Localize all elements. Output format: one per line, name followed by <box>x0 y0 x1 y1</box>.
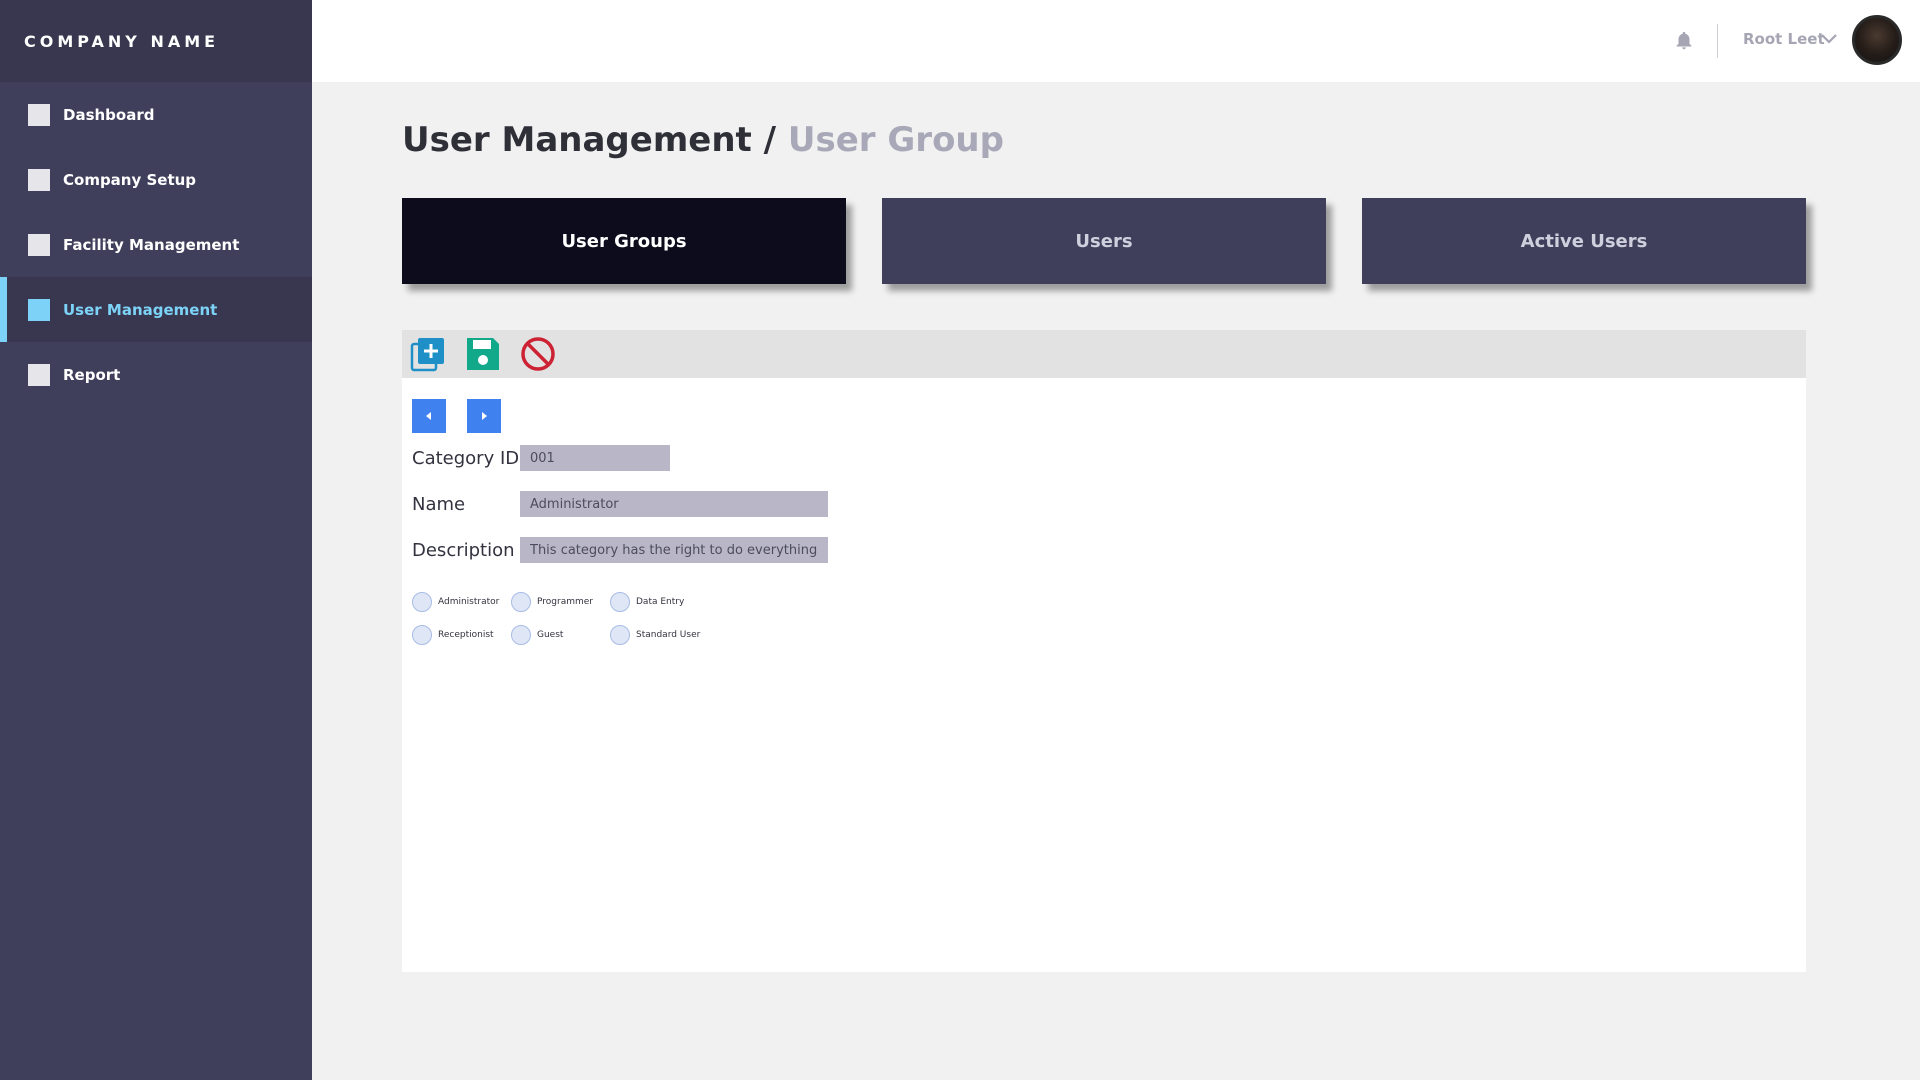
radio-button[interactable] <box>511 625 531 645</box>
next-button[interactable] <box>467 399 501 433</box>
tab-users[interactable]: Users <box>882 198 1326 284</box>
radio-button[interactable] <box>412 592 432 612</box>
description-field[interactable] <box>520 537 828 563</box>
role-label: Guest <box>537 630 564 640</box>
name-label: Name <box>412 494 466 515</box>
company-setup-icon <box>28 168 50 191</box>
sidebar-nav: Dashboard Company Setup Facility Managem… <box>0 82 312 407</box>
breadcrumb-section[interactable]: User Management <box>402 120 752 160</box>
role-label: Receptionist <box>438 630 494 640</box>
page-title: User Management / User Group <box>402 120 1004 160</box>
user-group-panel: Category ID Name Description Administrat… <box>402 330 1806 972</box>
sidebar-item-user-management[interactable]: User Management <box>0 277 312 342</box>
topbar-divider <box>1717 24 1718 58</box>
category-id-field[interactable] <box>520 445 670 471</box>
name-field[interactable] <box>520 491 828 517</box>
sidebar-item-company-setup[interactable]: Company Setup <box>0 147 312 212</box>
role-option-programmer[interactable]: Programmer <box>511 592 593 612</box>
avatar[interactable] <box>1852 15 1902 65</box>
breadcrumb-separator: / <box>763 120 777 160</box>
role-label: Administrator <box>438 597 500 607</box>
tab-active-users[interactable]: Active Users <box>1362 198 1806 284</box>
sidebar-item-label: User Management <box>63 300 218 319</box>
role-label: Programmer <box>537 597 593 607</box>
tab-label: Active Users <box>1520 230 1648 252</box>
sidebar-item-label: Company Setup <box>63 170 197 189</box>
bell-icon[interactable] <box>1673 30 1695 52</box>
role-option-data-entry[interactable]: Data Entry <box>610 592 684 612</box>
role-option-standard-user[interactable]: Standard User <box>610 625 700 645</box>
role-label: Data Entry <box>636 597 685 607</box>
description-label: Description <box>412 540 515 561</box>
company-name: COMPANY NAME <box>24 31 220 51</box>
tab-label: User Groups <box>561 230 687 252</box>
sidebar-item-dashboard[interactable]: Dashboard <box>0 82 312 147</box>
report-icon <box>28 363 50 386</box>
topbar: Root Leet <box>312 0 1920 82</box>
sidebar-item-facility-management[interactable]: Facility Management <box>0 212 312 277</box>
radio-button[interactable] <box>610 592 630 612</box>
sidebar: COMPANY NAME Dashboard Company Setup Fac… <box>0 0 312 1080</box>
role-option-administrator[interactable]: Administrator <box>412 592 499 612</box>
role-option-guest[interactable]: Guest <box>511 625 563 645</box>
previous-icon <box>426 412 431 420</box>
tab-user-groups[interactable]: User Groups <box>402 198 846 284</box>
role-option-receptionist[interactable]: Receptionist <box>412 625 494 645</box>
sidebar-item-label: Report <box>63 365 121 384</box>
user-management-icon <box>28 298 50 321</box>
chevron-down-icon[interactable] <box>1820 32 1838 46</box>
category-id-label: Category ID <box>412 448 520 469</box>
radio-button[interactable] <box>511 592 531 612</box>
cancel-icon[interactable] <box>520 336 556 372</box>
sidebar-item-label: Facility Management <box>63 235 240 254</box>
add-icon[interactable] <box>410 336 446 372</box>
save-icon[interactable] <box>465 336 501 372</box>
toolbar <box>402 330 1806 378</box>
radio-button[interactable] <box>412 625 432 645</box>
role-label: Standard User <box>636 630 701 640</box>
dashboard-icon <box>28 103 50 126</box>
facility-management-icon <box>28 233 50 256</box>
brand-header: COMPANY NAME <box>0 0 312 82</box>
previous-button[interactable] <box>412 399 446 433</box>
user-name[interactable]: Root Leet <box>1743 30 1825 48</box>
sidebar-item-report[interactable]: Report <box>0 342 312 407</box>
radio-button[interactable] <box>610 625 630 645</box>
next-icon <box>482 412 487 420</box>
breadcrumb-current: User Group <box>787 120 1004 160</box>
tab-label: Users <box>1075 230 1133 252</box>
sidebar-item-label: Dashboard <box>63 105 155 124</box>
